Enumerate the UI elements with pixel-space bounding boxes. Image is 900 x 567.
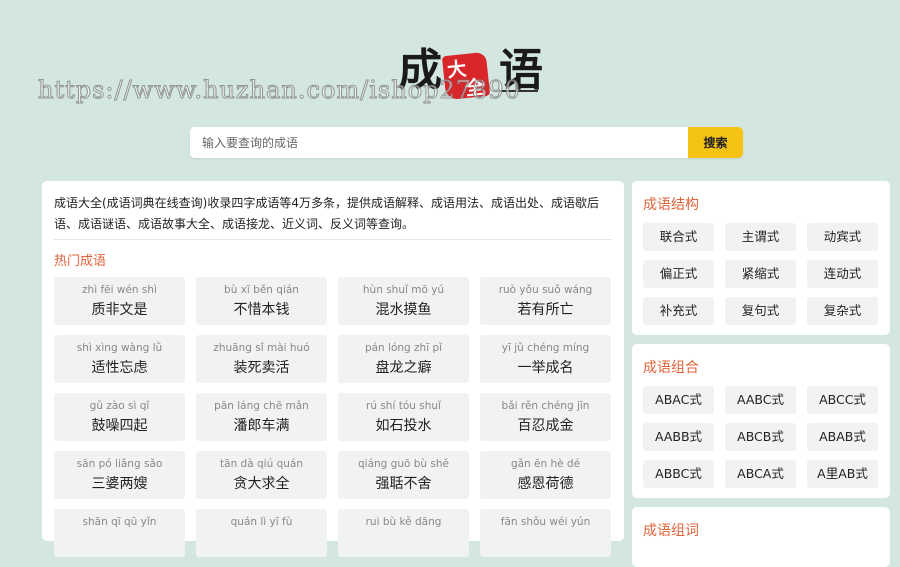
idiom-pinyin: ruò yǒu suǒ wáng — [498, 284, 593, 296]
structure-tag[interactable]: 动宾式 — [807, 223, 878, 251]
structure-tag[interactable]: 联合式 — [643, 223, 714, 251]
idiom-text: 鼓噪四起 — [91, 418, 148, 434]
idiom-card[interactable]: rui bù kě dāng — [338, 509, 469, 557]
combination-tag[interactable]: ABAC式 — [643, 386, 714, 414]
site-intro: 成语大全(成语词典在线查询)收录四字成语等4万多条，提供成语解释、成语用法、成语… — [54, 196, 600, 231]
structure-tag[interactable]: 连动式 — [807, 260, 878, 288]
idiom-pinyin: rú shí tóu shuǐ — [366, 400, 441, 412]
idiom-card[interactable]: shān qī qū yǐn — [54, 509, 185, 557]
combination-tag[interactable]: ABBC式 — [643, 460, 714, 488]
structure-title: 成语结构 — [643, 197, 699, 213]
idiom-card[interactable]: zhuāng sǐ mài huó 装死卖活 — [196, 335, 327, 383]
idiom-pinyin: tān dà qiú quán — [220, 458, 303, 470]
idiom-card[interactable]: pán lóng zhī pǐ 盘龙之癖 — [338, 335, 469, 383]
idiom-pinyin: pān láng chē mǎn — [214, 400, 309, 412]
idiom-card[interactable]: bù xī běn qián 不惜本钱 — [196, 277, 327, 325]
idiom-pinyin: bǎi rěn chéng jīn — [501, 400, 590, 412]
idiom-text: 盘龙之癖 — [375, 360, 432, 376]
search-button[interactable]: 搜索 — [688, 127, 743, 158]
structure-panel: 成语结构 联合式 主谓式 动宾式 偏正式 紧缩式 连动式 补充式 复句式 复杂式 — [632, 181, 890, 335]
idiom-card[interactable]: rú shí tóu shuǐ 如石投水 — [338, 393, 469, 441]
word-group-panel: 成语组词 — [632, 507, 890, 567]
watermark-text: https://www.huzhan.com/ishop27890 — [38, 76, 521, 105]
idiom-card[interactable]: bǎi rěn chéng jīn 百忍成金 — [480, 393, 611, 441]
idiom-pinyin: quán lì yī fù — [230, 516, 293, 528]
word-group-title: 成语组词 — [643, 523, 699, 539]
combination-tag[interactable]: ABCC式 — [807, 386, 878, 414]
combination-title: 成语组合 — [643, 360, 699, 376]
idiom-card[interactable]: gǔ zào sì qǐ 鼓噪四起 — [54, 393, 185, 441]
idiom-pinyin: sān pó liǎng sǎo — [76, 458, 163, 470]
idiom-pinyin: shān qī qū yǐn — [82, 516, 157, 528]
structure-tag[interactable]: 紧缩式 — [725, 260, 796, 288]
idiom-text: 混水摸鱼 — [375, 302, 432, 318]
idiom-pinyin: rui bù kě dāng — [365, 516, 442, 528]
idiom-text: 质非文是 — [91, 302, 148, 318]
combination-panel: 成语组合 ABAC式 AABC式 ABCC式 AABB式 ABCB式 ABAB式… — [632, 344, 890, 498]
idiom-text: 感恩荷德 — [517, 476, 574, 492]
idiom-pinyin: shì xìng wàng lǜ — [76, 342, 163, 354]
idiom-pinyin: zhuāng sǐ mài huó — [213, 342, 310, 354]
search-bar: 搜索 — [190, 127, 743, 158]
idiom-card[interactable]: ruò yǒu suǒ wáng 若有所亡 — [480, 277, 611, 325]
structure-tag[interactable]: 主谓式 — [725, 223, 796, 251]
divider — [54, 239, 612, 240]
hot-idioms-title: 热门成语 — [54, 254, 107, 269]
idiom-pinyin: yī jǔ chéng míng — [501, 342, 590, 354]
idiom-pinyin: hùn shuǐ mō yú — [362, 284, 445, 296]
idiom-pinyin: gǔ zào sì qǐ — [89, 400, 150, 412]
idiom-text: 如石投水 — [375, 418, 432, 434]
idiom-text: 装死卖活 — [233, 360, 290, 376]
idiom-card[interactable]: hùn shuǐ mō yú 混水摸鱼 — [338, 277, 469, 325]
idiom-card[interactable]: fān shǒu wéi yún — [480, 509, 611, 557]
idiom-pinyin: zhì fēi wén shì — [82, 284, 157, 296]
idiom-card[interactable]: pān láng chē mǎn 潘郎车满 — [196, 393, 327, 441]
search-input[interactable] — [190, 127, 688, 158]
combination-tag[interactable]: ABAB式 — [807, 423, 878, 451]
structure-tag[interactable]: 补充式 — [643, 297, 714, 325]
combination-tag[interactable]: AABB式 — [643, 423, 714, 451]
idiom-text: 百忍成金 — [517, 418, 574, 434]
combination-tag[interactable]: ABCB式 — [725, 423, 796, 451]
idiom-card[interactable]: gǎn ēn hè dé 感恩荷德 — [480, 451, 611, 499]
idiom-card[interactable]: tān dà qiú quán 贪大求全 — [196, 451, 327, 499]
idiom-card[interactable]: shì xìng wàng lǜ 适性忘虑 — [54, 335, 185, 383]
idiom-card[interactable]: zhì fēi wén shì 质非文是 — [54, 277, 185, 325]
main-panel: 成语大全(成语词典在线查询)收录四字成语等4万多条，提供成语解释、成语用法、成语… — [42, 181, 624, 557]
idiom-card[interactable]: quán lì yī fù — [196, 509, 327, 557]
idiom-pinyin: qiáng guō bù shě — [358, 458, 449, 470]
idiom-card[interactable]: qiáng guō bù shě 强聒不舍 — [338, 451, 469, 499]
structure-tag[interactable]: 复杂式 — [807, 297, 878, 325]
idiom-text: 不惜本钱 — [233, 302, 290, 318]
idiom-text: 一举成名 — [517, 360, 574, 376]
structure-tag[interactable]: 复句式 — [725, 297, 796, 325]
idiom-card[interactable]: sān pó liǎng sǎo 三婆两嫂 — [54, 451, 185, 499]
idiom-pinyin: gǎn ēn hè dé — [510, 458, 581, 470]
idiom-text: 贪大求全 — [233, 476, 290, 492]
idiom-text: 适性忘虑 — [91, 360, 148, 376]
combination-tag[interactable]: ABCA式 — [725, 460, 796, 488]
idiom-pinyin: bù xī běn qián — [224, 284, 299, 296]
idiom-card[interactable]: yī jǔ chéng míng 一举成名 — [480, 335, 611, 383]
idiom-pinyin: fān shǒu wéi yún — [500, 516, 591, 528]
idiom-text: 强聒不舍 — [375, 476, 432, 492]
idiom-text: 若有所亡 — [517, 302, 574, 318]
idiom-pinyin: pán lóng zhī pǐ — [364, 342, 443, 354]
combination-tag[interactable]: A里AB式 — [807, 460, 878, 488]
idiom-text: 三婆两嫂 — [91, 476, 148, 492]
combination-tag[interactable]: AABC式 — [725, 386, 796, 414]
idiom-text: 潘郎车满 — [233, 418, 290, 434]
structure-tag[interactable]: 偏正式 — [643, 260, 714, 288]
